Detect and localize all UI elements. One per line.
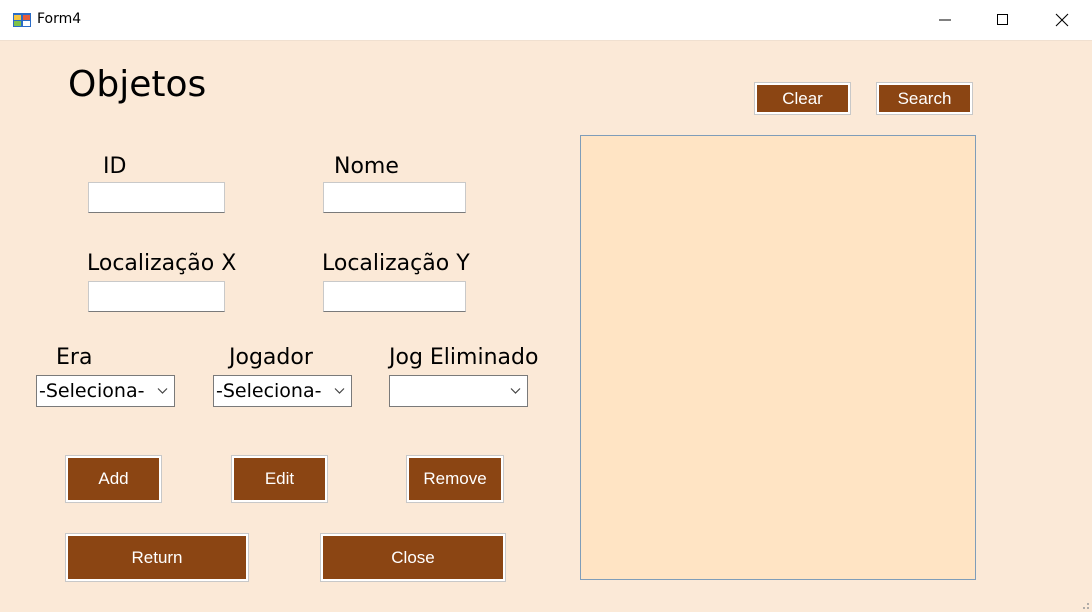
remove-button[interactable]: Remove <box>406 455 504 503</box>
chevron-down-icon <box>334 388 345 394</box>
era-select-value: -Seleciona- <box>39 380 145 402</box>
loc-x-field[interactable] <box>88 281 225 312</box>
close-icon <box>1055 13 1069 27</box>
minimize-icon <box>939 19 951 21</box>
chevron-down-icon <box>510 388 521 394</box>
title-bar[interactable]: Form4 <box>0 0 1092 41</box>
return-button[interactable]: Return <box>65 533 249 582</box>
id-label: ID <box>103 154 127 179</box>
minimize-button[interactable] <box>916 0 974 40</box>
era-label: Era <box>56 345 93 370</box>
jog-eliminado-select[interactable] <box>389 375 528 407</box>
search-button[interactable]: Search <box>876 82 973 115</box>
close-window-button[interactable] <box>1033 0 1091 40</box>
close-button[interactable]: Close <box>320 533 506 582</box>
chevron-down-icon <box>157 388 168 394</box>
page-title: Objetos <box>68 64 207 105</box>
app-form-icon <box>13 13 31 27</box>
jogador-label: Jogador <box>229 345 313 370</box>
resize-grip-icon[interactable] <box>1080 600 1090 610</box>
window-title: Form4 <box>37 11 82 27</box>
nome-label: Nome <box>334 154 399 179</box>
maximize-icon <box>997 14 1008 25</box>
era-select[interactable]: -Seleciona- <box>36 375 175 407</box>
loc-y-label: Localização Y <box>322 251 470 276</box>
add-button[interactable]: Add <box>65 455 162 503</box>
id-field[interactable] <box>88 182 225 213</box>
nome-field[interactable] <box>323 182 466 213</box>
jogador-select-value: -Seleciona- <box>216 380 322 402</box>
jog-eliminado-label: Jog Eliminado <box>389 345 539 370</box>
clear-button[interactable]: Clear <box>754 82 851 115</box>
loc-x-label: Localização X <box>87 251 237 276</box>
form4-window: Form4 Objetos ID Nome Localização X Loca… <box>0 0 1092 612</box>
jogador-select[interactable]: -Seleciona- <box>213 375 352 407</box>
edit-button[interactable]: Edit <box>231 455 328 503</box>
objects-list[interactable] <box>580 135 976 580</box>
loc-y-field[interactable] <box>323 281 466 312</box>
maximize-button[interactable] <box>974 0 1032 40</box>
